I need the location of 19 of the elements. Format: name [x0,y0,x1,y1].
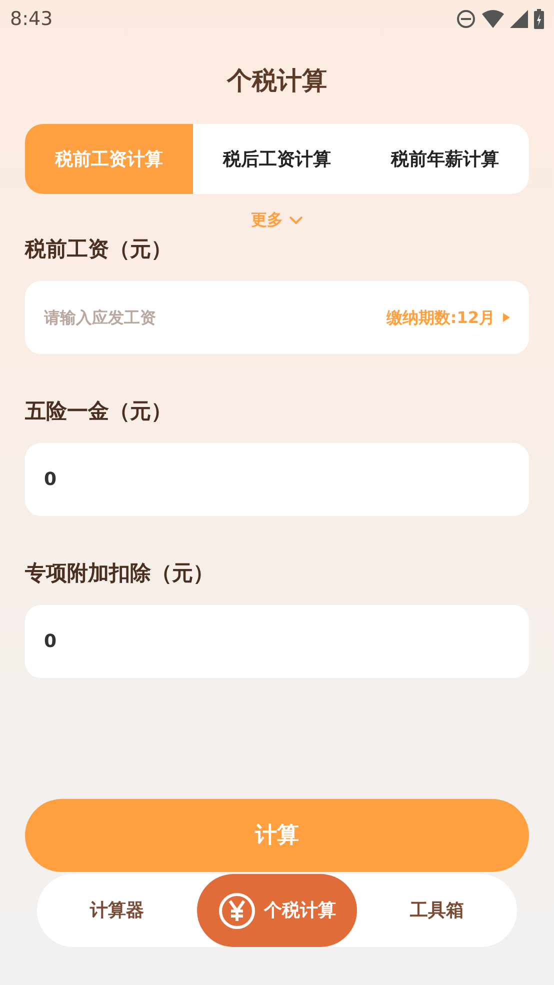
nav-item[interactable]: 计算器 [37,874,197,947]
triangle-right-icon [503,313,510,322]
tab[interactable]: 税后工资计算 [193,124,361,194]
nav-item[interactable]: 工具箱 [357,874,517,947]
signal-icon [510,10,528,28]
page-title: 个税计算 [227,65,327,98]
input-field[interactable]: 0 [25,605,529,678]
do-not-disturb-icon [456,9,476,29]
field-label: 专项附加扣除（元） [25,560,215,587]
wifi-icon [482,10,504,28]
battery-icon [534,9,544,29]
tab[interactable]: 税前年薪计算 [361,124,529,194]
status-time: 8:43 [10,6,53,32]
field-label: 五险一金（元） [25,398,173,425]
salary-input[interactable]: 请输入应发工资 [44,281,386,354]
field-label: 税前工资（元） [25,236,173,263]
input-field[interactable]: 0 [25,443,529,516]
yen-coin-icon [218,892,256,930]
chevron-down-icon [289,216,303,224]
